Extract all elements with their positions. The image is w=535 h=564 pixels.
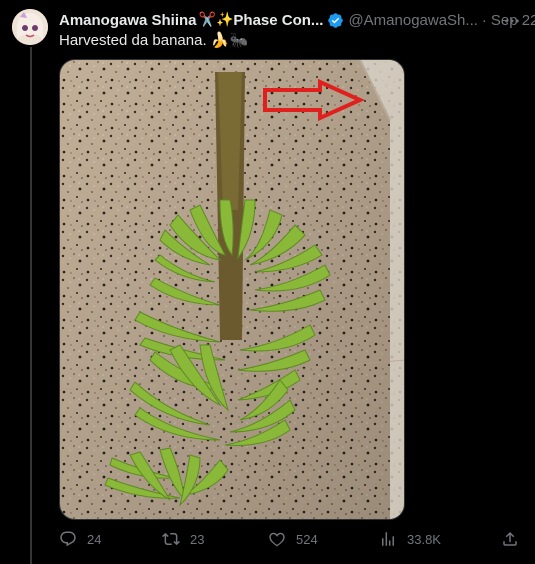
banana-photo — [60, 60, 404, 519]
reply-icon — [60, 531, 76, 547]
share-icon — [503, 531, 517, 546]
thread-line — [30, 47, 32, 564]
avatar-image — [12, 9, 48, 45]
retweet-button[interactable]: 23 — [162, 530, 204, 548]
share-button[interactable] — [501, 530, 519, 548]
author-name-suffix[interactable]: Phase Con... — [233, 12, 323, 29]
retweet-icon — [162, 532, 180, 546]
action-bar: 24 23 524 33.8K — [59, 530, 519, 550]
author-name[interactable]: Amanogawa Shiina — [59, 12, 197, 29]
tweet-header: Amanogawa Shiina ✂️✨ Phase Con... @Amano… — [59, 10, 535, 30]
reply-count: 24 — [87, 531, 102, 547]
avatar[interactable] — [12, 9, 48, 45]
views-count: 33.8K — [407, 531, 441, 547]
tweet-photo[interactable] — [59, 59, 405, 520]
author-handle[interactable]: @AmanogawaSh... — [348, 12, 477, 29]
tweet-text: Harvested da banana. 🍌🐜 — [59, 32, 249, 49]
like-button[interactable]: 524 — [268, 530, 318, 548]
name-emoji: ✂️✨ — [198, 12, 234, 28]
reply-button[interactable]: 24 — [59, 530, 101, 548]
views-icon — [382, 532, 394, 546]
more-icon[interactable] — [503, 12, 521, 30]
views-button[interactable]: 33.8K — [379, 530, 441, 548]
verified-icon — [327, 12, 344, 29]
separator-dot: · — [481, 11, 487, 29]
retweet-count: 23 — [190, 531, 205, 547]
like-icon — [269, 532, 285, 547]
like-count: 524 — [296, 531, 318, 547]
